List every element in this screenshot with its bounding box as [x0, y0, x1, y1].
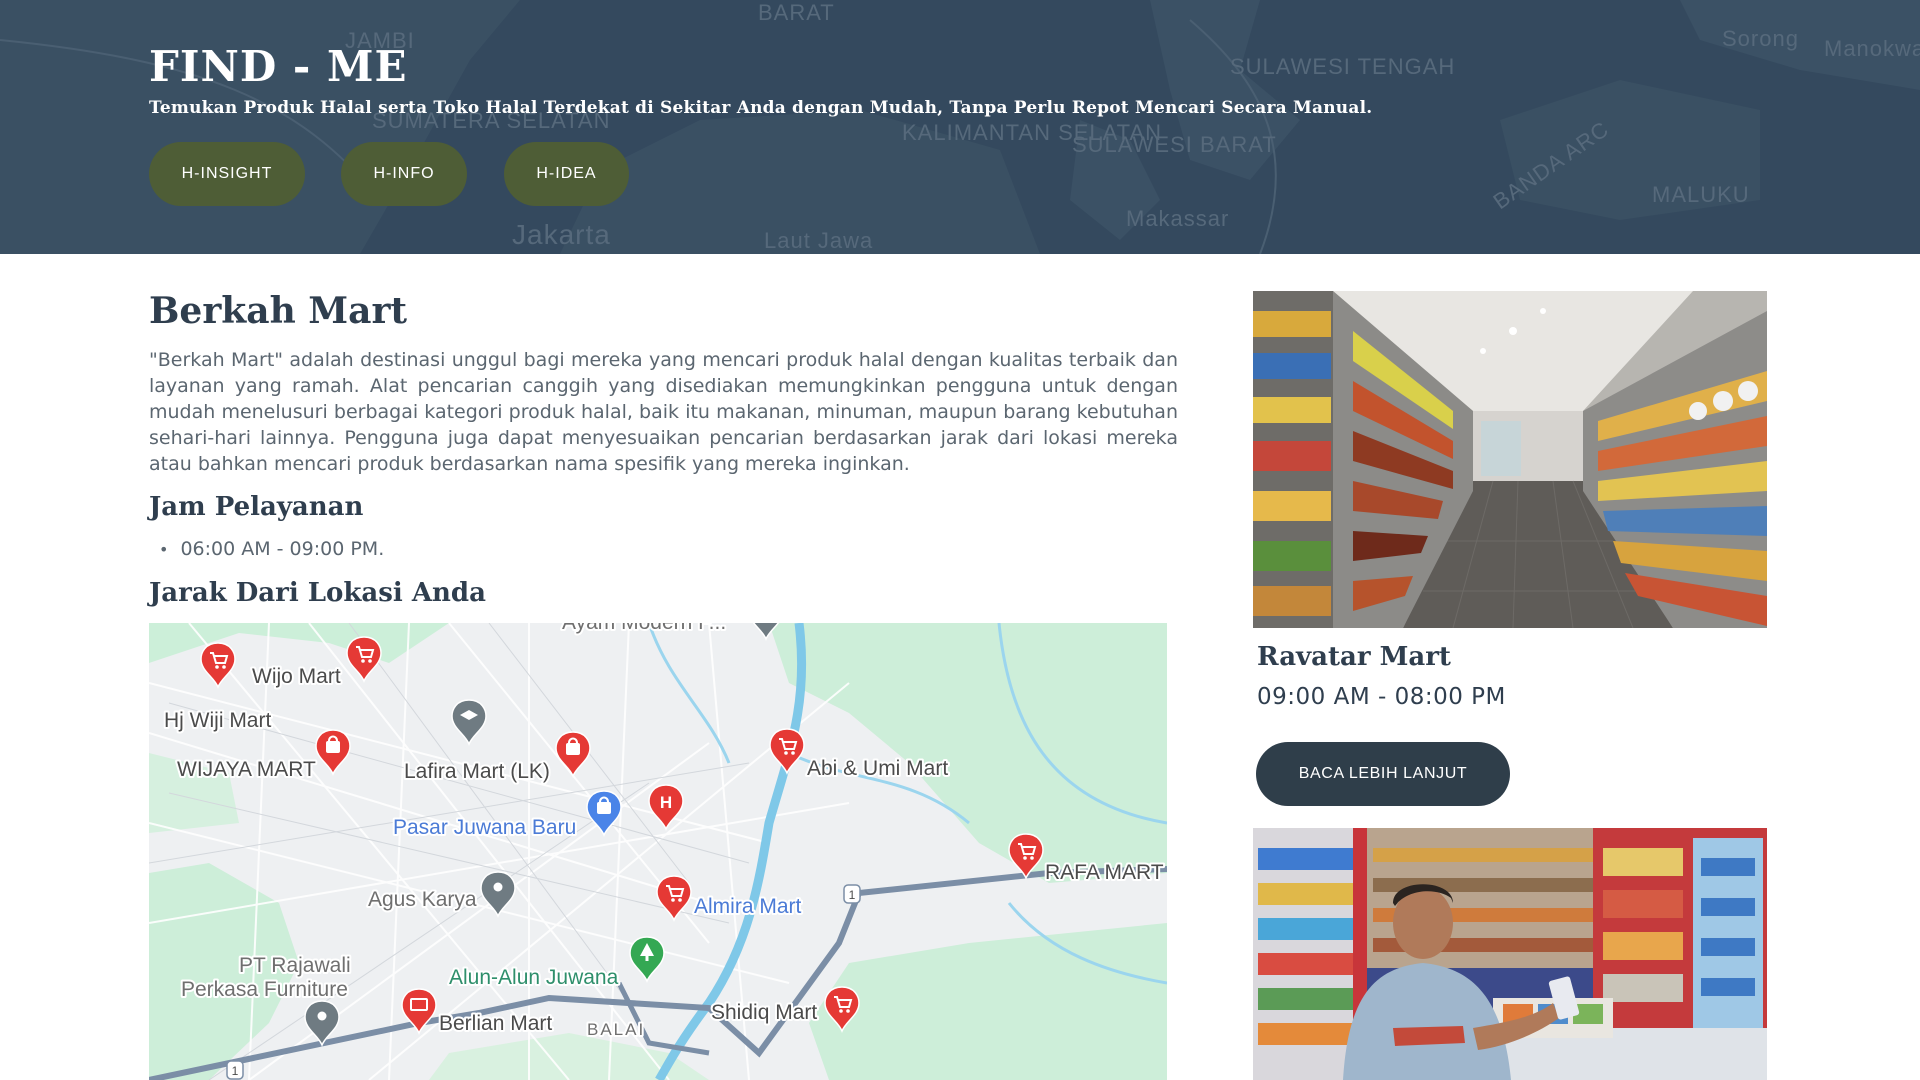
hero-map-label: SULAWESI TENGAH: [1230, 54, 1455, 79]
map-place-label-line: PT Rajawali: [239, 954, 351, 977]
map-place-label[interactable]: Abi & Umi Mart: [805, 755, 950, 782]
map-place-label[interactable]: Shidiq Mart: [709, 999, 819, 1026]
hero-background-map: JAMBI BARAT SUMATERA SELATAN SULAWESI TE…: [0, 0, 1920, 254]
hero-map-label: Sorong: [1722, 26, 1799, 51]
location-map[interactable]: 1 1 Ayam Modern F... Wijo Mart Hj Wiji M…: [149, 623, 1167, 1080]
nav-button-h-info[interactable]: H-INFO: [341, 142, 467, 206]
map-place-label-line: Perkasa Furniture: [181, 978, 348, 1001]
map-area-label: BALAI: [587, 1020, 645, 1039]
store-photo: [1253, 291, 1767, 628]
hero-map-label: MALUKU: [1652, 182, 1750, 207]
hero-map-label: BARAT: [758, 0, 835, 25]
hero-map-label: SULAWESI BARAT: [1072, 132, 1277, 157]
map-place-label[interactable]: Hj Wiji Mart: [162, 707, 273, 734]
store-description: "Berkah Mart" adalah destinasi unggul ba…: [149, 349, 1178, 475]
map-place-label[interactable]: Pasar Juwana Baru: [391, 814, 578, 841]
map-place-label[interactable]: Agus Karya: [366, 886, 479, 913]
hero-map-label: Makassar: [1126, 206, 1229, 231]
hero-map-label: Laut Jawa: [764, 228, 873, 253]
svg-text:1: 1: [232, 1064, 239, 1078]
hours-item: • 06:00 AM - 09:00 PM.: [159, 538, 384, 560]
distance-heading: Jarak Dari Lokasi Anda: [149, 578, 486, 608]
hours-heading: Jam Pelayanan: [149, 492, 364, 522]
map-place-label[interactable]: RAFA MART: [1043, 859, 1166, 886]
store-name: Berkah Mart: [149, 290, 408, 332]
map-place-label[interactable]: Almira Mart: [692, 893, 804, 920]
map-place-label[interactable]: Lafira Mart (LK): [402, 758, 552, 785]
nav-button-h-idea[interactable]: H-IDEA: [504, 142, 629, 206]
site-title: FIND - ME: [149, 42, 408, 91]
map-place-label[interactable]: Berlian Mart: [437, 1010, 554, 1037]
featured-store-name: Ravatar Mart: [1257, 642, 1451, 672]
bullet-icon: •: [159, 540, 169, 559]
hero-banner: JAMBI BARAT SUMATERA SELATAN SULAWESI TE…: [0, 0, 1920, 254]
road-shield-icon: 1: [226, 1060, 244, 1080]
hero-map-label: Manokwa: [1824, 36, 1920, 61]
map-place-label[interactable]: Alun-Alun Juwana: [447, 964, 621, 991]
svg-text:H: H: [660, 793, 672, 812]
store-photo: [1253, 828, 1767, 1080]
read-more-button[interactable]: BACA LEBIH LANJUT: [1256, 742, 1510, 806]
svg-text:1: 1: [849, 888, 856, 902]
map-place-label: Ayam Modern F...: [562, 623, 726, 634]
map-place-label[interactable]: Wijo Mart: [250, 663, 343, 690]
hero-map-label: Jakarta: [512, 219, 611, 250]
nav-button-h-insight[interactable]: H-INSIGHT: [149, 142, 305, 206]
site-tagline: Temukan Produk Halal serta Toko Halal Te…: [149, 98, 1373, 118]
map-place-label[interactable]: WIJAYA MART: [175, 756, 318, 783]
hours-text: 06:00 AM - 09:00 PM.: [180, 538, 385, 560]
road-shield-icon: 1: [843, 884, 861, 904]
featured-store-hours: 09:00 AM - 08:00 PM: [1257, 684, 1506, 710]
hours-list: • 06:00 AM - 09:00 PM.: [159, 538, 384, 560]
